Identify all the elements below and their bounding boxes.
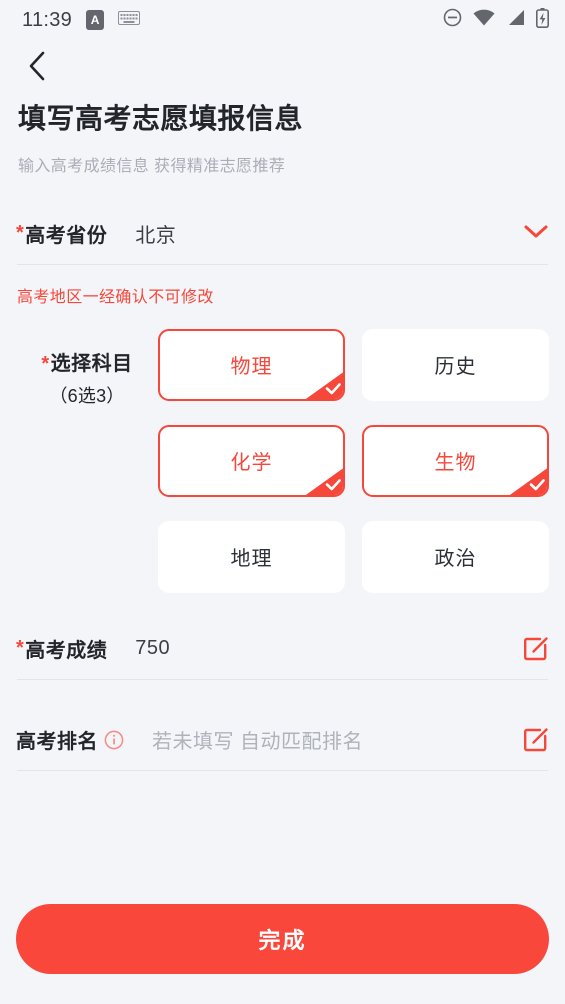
chevron-down-icon[interactable] — [523, 223, 549, 244]
province-value: 北京 — [135, 225, 177, 248]
battery-charging-icon — [536, 7, 549, 33]
province-label: * 高考省份 — [16, 219, 107, 248]
subject-label: *选择科目 （6选3） — [16, 329, 158, 593]
divider-ranking — [17, 769, 548, 771]
check-icon — [507, 467, 547, 495]
page-title: 填写高考志愿填报信息 — [18, 103, 304, 134]
ime-badge-icon: A — [86, 10, 105, 30]
check-icon — [303, 371, 343, 399]
subject-chip[interactable]: 历史 — [362, 328, 549, 401]
page-header: 填写高考志愿填报信息 输入高考成绩信息 获得精准志愿推荐 — [0, 96, 565, 176]
submit-button[interactable]: 完成 — [16, 904, 549, 974]
edit-icon[interactable] — [523, 727, 549, 753]
ranking-row[interactable]: 高考排名 若未填写 自动匹配排名 — [16, 710, 549, 770]
subject-chip-label: 地理 — [230, 548, 273, 571]
subject-chip-label: 历史 — [434, 356, 477, 379]
chevron-left-icon — [27, 51, 47, 86]
subject-chip-grid: 物理 历史化学 生物地理 政治 — [158, 328, 549, 593]
subject-chip-label: 物理 — [230, 356, 273, 379]
subject-chip[interactable]: 物理 — [158, 328, 345, 401]
check-icon — [303, 467, 343, 495]
form: * 高考省份 北京 高考地区一经确认不可修改 *选择科目 （6选3） 物理 历史化… — [0, 204, 565, 771]
do-not-disturb-icon — [443, 8, 462, 32]
score-row[interactable]: * 高考成绩 750 — [16, 619, 549, 679]
ranking-label: 高考排名 — [16, 725, 124, 754]
edit-icon[interactable] — [523, 636, 549, 662]
keyboard-icon — [118, 10, 141, 30]
divider-score — [17, 678, 548, 680]
ranking-label-text: 高考排名 — [16, 731, 98, 754]
subject-section: *选择科目 （6选3） 物理 历史化学 生物地理 政治 — [16, 311, 549, 593]
required-mark: * — [16, 222, 25, 245]
submit-area: 完成 — [0, 904, 565, 974]
subject-chip-label: 化学 — [230, 452, 273, 475]
nav-bar — [0, 40, 565, 96]
subject-chip-label: 政治 — [434, 548, 477, 571]
status-bar-right — [443, 7, 549, 33]
score-value[interactable]: 750 — [135, 637, 523, 660]
subject-label-line1: *选择科目 — [16, 347, 158, 376]
subject-label-text: 选择科目 — [50, 352, 133, 375]
status-time: 11:39 — [22, 8, 73, 31]
province-hint: 高考地区一经确认不可修改 — [17, 288, 214, 306]
page-subtitle: 输入高考成绩信息 获得精准志愿推荐 — [18, 157, 286, 175]
subject-chip[interactable]: 生物 — [362, 424, 549, 497]
info-circle-icon[interactable] — [104, 730, 124, 750]
status-bar: 11:39 A — [0, 0, 565, 40]
wifi-icon — [473, 9, 495, 31]
score-label-text: 高考成绩 — [25, 640, 108, 663]
subject-chip[interactable]: 政治 — [362, 520, 549, 593]
subject-chip[interactable]: 地理 — [158, 520, 345, 593]
subject-chip-label: 生物 — [434, 452, 477, 475]
province-label-text: 高考省份 — [25, 225, 108, 248]
ranking-input[interactable]: 若未填写 自动匹配排名 — [152, 725, 523, 754]
cellular-signal-icon — [506, 9, 525, 31]
subject-label-sub: （6选3） — [49, 385, 125, 406]
back-button[interactable] — [20, 51, 54, 85]
subject-chip[interactable]: 化学 — [158, 424, 345, 497]
score-label: * 高考成绩 — [16, 634, 107, 663]
province-row[interactable]: * 高考省份 北京 — [16, 204, 549, 264]
status-bar-left: 11:39 A — [22, 8, 141, 32]
required-mark: * — [16, 637, 25, 660]
required-mark: * — [41, 352, 50, 375]
